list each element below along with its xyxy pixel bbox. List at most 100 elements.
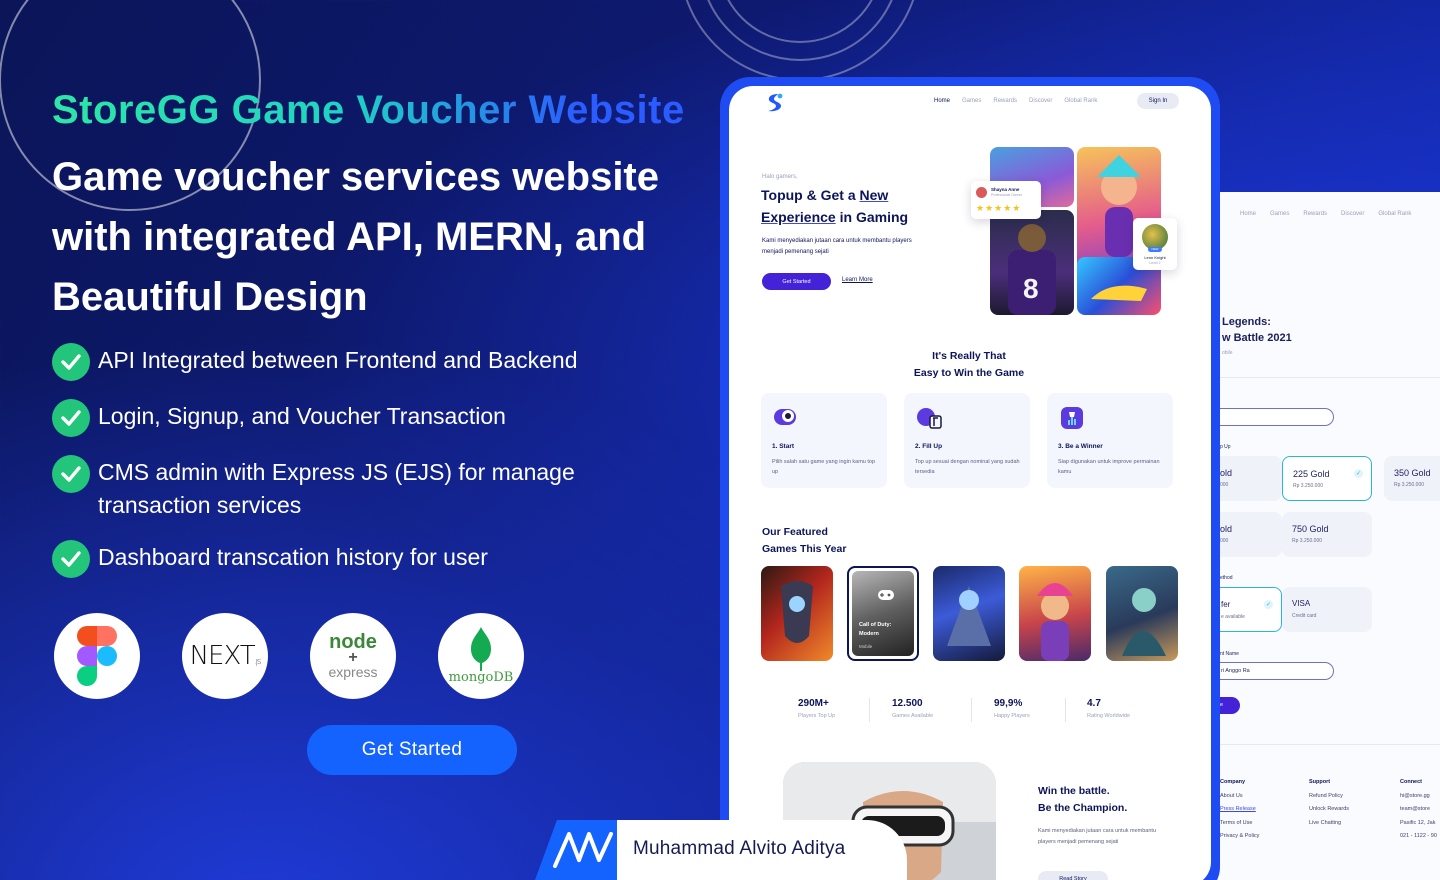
footer-link[interactable]: team@store bbox=[1400, 803, 1437, 817]
payment-option-selected[interactable]: fer e available ✓ bbox=[1212, 587, 1282, 632]
step-title: 3. Be a Winner bbox=[1058, 443, 1103, 450]
featured-game-name-line2: Modern bbox=[859, 631, 879, 637]
featured-title-line2: Games This Year bbox=[762, 543, 847, 555]
divider bbox=[1212, 377, 1440, 378]
svg-text:8: 8 bbox=[1023, 273, 1039, 304]
divider bbox=[1212, 744, 1440, 745]
node-express-logo: node + express bbox=[310, 613, 396, 699]
stat-value: 4.7 bbox=[1087, 698, 1101, 709]
storegg-logo[interactable] bbox=[762, 91, 786, 115]
footer-link[interactable]: Privacy & Policy bbox=[1220, 830, 1259, 844]
express-logo-text: express bbox=[328, 664, 378, 680]
footer-link[interactable]: Terms of Use bbox=[1220, 817, 1259, 831]
win-section-desc: Kami menyediakan jutaan cara untuk memba… bbox=[1038, 828, 1157, 845]
featured-game-card-selected[interactable]: Call of Duty: Modern Mobile bbox=[847, 566, 919, 661]
hero-title-part: in Gaming bbox=[835, 209, 909, 225]
payment-label: ethod bbox=[1220, 575, 1233, 581]
featured-game-card[interactable] bbox=[1019, 566, 1091, 661]
stat-happy: 99,9% Happy Players bbox=[994, 698, 1030, 719]
detail-nav-home[interactable]: Home bbox=[1240, 211, 1256, 217]
learn-more-link[interactable]: Learn More bbox=[842, 277, 873, 283]
footer-link[interactable]: Refund Policy bbox=[1309, 790, 1349, 804]
gold-option[interactable]: 350 Gold Rp 3.250.000 bbox=[1384, 456, 1440, 501]
stat-value: 12.500 bbox=[892, 698, 923, 709]
footer-link[interactable]: Press Release bbox=[1220, 803, 1259, 817]
nav-rewards[interactable]: Rewards bbox=[993, 98, 1017, 104]
payment-sub: e available bbox=[1221, 614, 1245, 620]
featured-game-card[interactable] bbox=[761, 566, 833, 661]
feature-text: CMS admin with Express JS (EJS) for mana… bbox=[98, 459, 575, 518]
get-started-button[interactable]: Get Started bbox=[307, 725, 517, 775]
gold-price: Rp 3.250.000 bbox=[1394, 482, 1425, 488]
player-badge: NEW bbox=[1148, 247, 1162, 252]
detail-nav-games[interactable]: Games bbox=[1270, 211, 1289, 217]
check-icon: ✓ bbox=[1354, 469, 1363, 478]
author-name: Muhammad Alvito Aditya bbox=[633, 838, 846, 859]
mockup-get-started-button[interactable]: Get Started bbox=[762, 273, 831, 290]
nav-home[interactable]: Home bbox=[934, 98, 950, 104]
gold-amount-number: 350 bbox=[1394, 468, 1410, 478]
step-title: 2. Fill Up bbox=[915, 443, 943, 450]
check-icon bbox=[52, 343, 90, 381]
stat-divider bbox=[869, 698, 870, 722]
payment-option[interactable]: VISA Credit card bbox=[1282, 587, 1372, 632]
nav-games[interactable]: Games bbox=[962, 98, 981, 104]
gold-price: 000 bbox=[1220, 482, 1229, 488]
account-name-input[interactable]: ri Anggo Ra bbox=[1212, 662, 1334, 680]
steps-section-title: It's Really That Easy to Win the Game bbox=[869, 348, 1069, 382]
footer-link[interactable]: Unlock Rewards bbox=[1309, 803, 1349, 817]
gold-amount: old bbox=[1220, 468, 1233, 478]
feature-text: Dashboard transcation history for user bbox=[98, 544, 488, 570]
hero-title-underline: Experience bbox=[761, 209, 836, 225]
gold-option[interactable]: old 000 bbox=[1212, 512, 1282, 557]
step-title: 1. Start bbox=[772, 443, 795, 450]
featured-game-card[interactable] bbox=[1106, 566, 1178, 661]
mongodb-logo-text: mongoDB bbox=[448, 670, 514, 685]
win-title-line2: Be the Champion. bbox=[1038, 802, 1128, 814]
nextjs-logo-sub: .JS bbox=[254, 658, 262, 666]
footer-link[interactable]: About Us bbox=[1220, 790, 1259, 804]
trophy-icon bbox=[1061, 407, 1083, 429]
read-story-button[interactable]: Read Story bbox=[1038, 871, 1108, 880]
footer-company: Company About Us Press Release Terms of … bbox=[1220, 776, 1259, 844]
feature-item: Dashboard transcation history for user bbox=[52, 540, 712, 578]
check-icon bbox=[52, 540, 90, 578]
featured-section-title: Our Featured Games This Year bbox=[762, 524, 846, 558]
sign-in-button[interactable]: Sign In bbox=[1137, 93, 1179, 109]
detail-nav-global-rank[interactable]: Global Rank bbox=[1378, 211, 1411, 217]
gold-option-selected[interactable]: 225 Gold Rp 3.250.000 ✓ bbox=[1282, 456, 1372, 501]
gamepad-icon bbox=[878, 590, 894, 600]
featured-game-name: Call of Duty: Modern bbox=[859, 621, 891, 639]
gold-amount-number: 225 bbox=[1293, 469, 1309, 479]
check-icon bbox=[52, 399, 90, 437]
nav-global-rank[interactable]: Global Rank bbox=[1064, 98, 1097, 104]
footer-link[interactable]: hi@store.gg bbox=[1400, 790, 1437, 804]
detail-nav-discover[interactable]: Discover bbox=[1341, 211, 1364, 217]
check-icon bbox=[52, 455, 90, 493]
feature-text: Login, Signup, and Voucher Transaction bbox=[98, 403, 506, 429]
player-id-input[interactable] bbox=[1212, 408, 1334, 426]
gamepad-icon bbox=[774, 409, 796, 425]
detail-nav-rewards[interactable]: Rewards bbox=[1303, 211, 1327, 217]
hero-title-part: Topup & Get a bbox=[761, 187, 860, 203]
avatar bbox=[976, 187, 987, 198]
stat-value: 99,9% bbox=[994, 698, 1023, 709]
featured-game-card[interactable] bbox=[933, 566, 1005, 661]
gold-price: 000 bbox=[1220, 538, 1229, 544]
step-desc: Siap digunakan untuk improve permainan k… bbox=[1058, 459, 1160, 475]
profile-name: Shayna Anne bbox=[991, 187, 1020, 192]
nav-discover[interactable]: Discover bbox=[1029, 98, 1052, 104]
stat-games: 12.500 Games Available bbox=[892, 698, 933, 719]
gold-option[interactable]: 750 Gold Rp 3.250.000 bbox=[1282, 512, 1372, 557]
footer-link[interactable]: Live Chatting bbox=[1309, 817, 1349, 831]
gold-amount: 225 Gold bbox=[1293, 469, 1330, 479]
hero-section: StoreGG Game Voucher Website Game vouche… bbox=[52, 88, 712, 600]
steps-title-line1: It's Really That bbox=[932, 350, 1006, 362]
game-title-line2: w Battle 2021 bbox=[1222, 332, 1292, 344]
featured-game-name-line1: Call of Duty: bbox=[859, 622, 892, 628]
player-name: Lenn Knight bbox=[1144, 255, 1166, 260]
featured-game-platform: Mobile bbox=[859, 644, 873, 649]
stat-label: Rating Worldwide bbox=[1087, 713, 1131, 719]
gold-option[interactable]: old 000 bbox=[1212, 456, 1282, 501]
step-desc: Pilih salah satu game yang ingin kamu to… bbox=[772, 459, 876, 475]
